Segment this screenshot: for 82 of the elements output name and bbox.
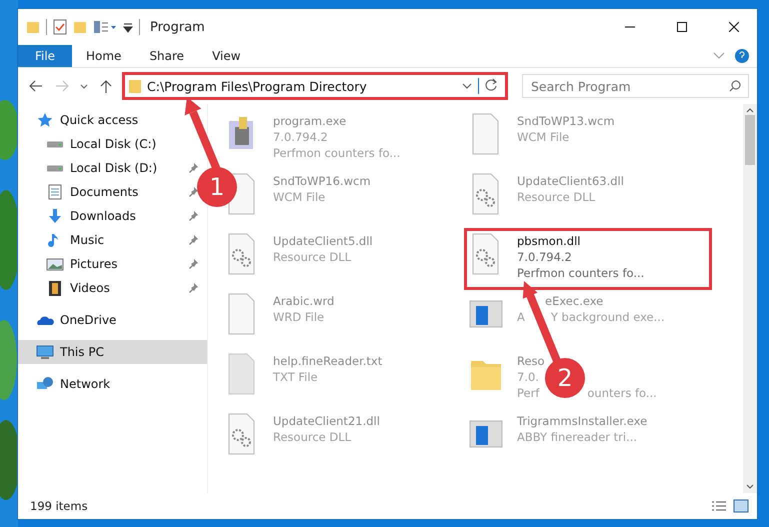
scroll-down-icon: [746, 484, 754, 489]
document-icon: [46, 184, 64, 200]
drive-icon: [46, 140, 64, 148]
chevron-down-icon: [713, 52, 725, 60]
file-name: help.fineReader.txt: [273, 353, 382, 369]
scrollbar[interactable]: [743, 104, 757, 493]
file-detail: Y background exe...: [550, 309, 665, 325]
sidebar-item[interactable]: Quick access: [60, 113, 138, 127]
download-icon: [46, 208, 64, 224]
sidebar-item[interactable]: Network: [60, 377, 110, 391]
search-icon: [729, 80, 741, 92]
file-detail: A: [517, 309, 525, 325]
file-name: program.exe: [273, 113, 346, 129]
picture-icon: [46, 256, 64, 272]
file-name: TrigrammsInstaller.exe: [517, 413, 648, 429]
sidebar-item[interactable]: Documents: [70, 185, 138, 199]
address-bar[interactable]: C:\Program Files\Program Directory: [122, 72, 508, 100]
sidebar-item[interactable]: Local Disk (D:): [70, 161, 158, 175]
file-name: pbsmon.dll: [517, 233, 580, 249]
sidebar-item[interactable]: OneDrive: [60, 313, 116, 327]
maximize-icon: [677, 22, 687, 32]
drive-icon: [46, 164, 64, 172]
ribbon-tab[interactable]: Share: [135, 45, 198, 67]
close-icon: [729, 22, 739, 32]
file-detail: TXT File: [273, 369, 318, 385]
file-item[interactable]: pbsmon.dll 7.0.794.2 Perfmon counters fo...: [466, 230, 710, 288]
file-detail: ABBY finereader tri...: [517, 429, 638, 445]
sidebar-item[interactable]: Downloads: [70, 209, 136, 223]
ribbon-tab[interactable]: File: [18, 45, 72, 67]
sidebar-item[interactable]: Local Disk (C:): [70, 137, 156, 151]
scrollbar-thumb[interactable]: [745, 115, 755, 165]
chevron-down-icon: [80, 84, 88, 88]
properties-icon: [93, 20, 117, 34]
details-view-icon: [711, 500, 727, 512]
file-detail: Perfmon counters fo...: [273, 145, 400, 161]
address-path: C:\Program Files\Program Directory: [147, 78, 368, 94]
forward-arrow-icon: [55, 80, 69, 92]
up-arrow-icon: [100, 79, 112, 93]
monitor-icon: [36, 344, 54, 360]
file-name: UpdateClient63.dll: [517, 173, 624, 189]
dropdown-icon: [123, 21, 133, 33]
scroll-up-icon: [746, 108, 754, 113]
file-detail: Perfmon counters fo...: [517, 265, 644, 281]
search-field[interactable]: Search Program: [522, 74, 749, 98]
back-arrow-icon: [29, 80, 43, 92]
item-count: 199 items: [30, 499, 89, 513]
network-icon: [36, 376, 54, 392]
folder-icon: [73, 20, 87, 34]
file-detail: 7.0.794.2: [517, 249, 572, 265]
file-detail: Perf: [517, 385, 540, 401]
sidebar-item[interactable]: Music: [70, 233, 104, 247]
star-icon: [36, 112, 54, 128]
sidebar-item[interactable]: Pictures: [70, 257, 118, 271]
file-name: SndToWP16.wcm: [273, 173, 371, 189]
ribbon-tab[interactable]: Home: [72, 45, 136, 67]
window-title: Program: [150, 20, 206, 34]
file-detail: Resource DLL: [273, 249, 352, 265]
file-detail: WRD File: [273, 309, 324, 325]
file-detail: 7.0.794.2: [273, 129, 328, 145]
file-name: Reso: [517, 353, 545, 369]
help-icon: [735, 49, 749, 63]
sidebar-item[interactable]: Videos: [70, 281, 110, 295]
file-name: SndToWP13.wcm: [517, 113, 615, 129]
file-name: UpdateClient21.dll: [273, 413, 380, 429]
file-detail: 7.0.: [517, 369, 539, 385]
file-name: Arabic.wrd: [273, 293, 334, 309]
file-detail: WCM File: [273, 189, 326, 205]
file-detail: Resource DLL: [517, 189, 596, 205]
chevron-down-icon: [462, 83, 472, 89]
sidebar-item[interactable]: This PC: [18, 340, 207, 364]
file-detail: Resource DLL: [273, 429, 352, 445]
minimize-icon: [625, 26, 635, 28]
file-name: eExec.exe: [545, 293, 604, 309]
folder-icon: [26, 20, 40, 34]
file-name: UpdateClient5.dll: [273, 233, 373, 249]
film-icon: [46, 280, 64, 296]
file-detail: WCM File: [517, 129, 570, 145]
checklist-icon: [53, 19, 67, 35]
ribbon-tab[interactable]: View: [198, 45, 255, 67]
large-icons-view-icon: [733, 499, 749, 513]
folder-icon: [129, 79, 141, 93]
file-detail: ounters fo...: [587, 385, 657, 401]
